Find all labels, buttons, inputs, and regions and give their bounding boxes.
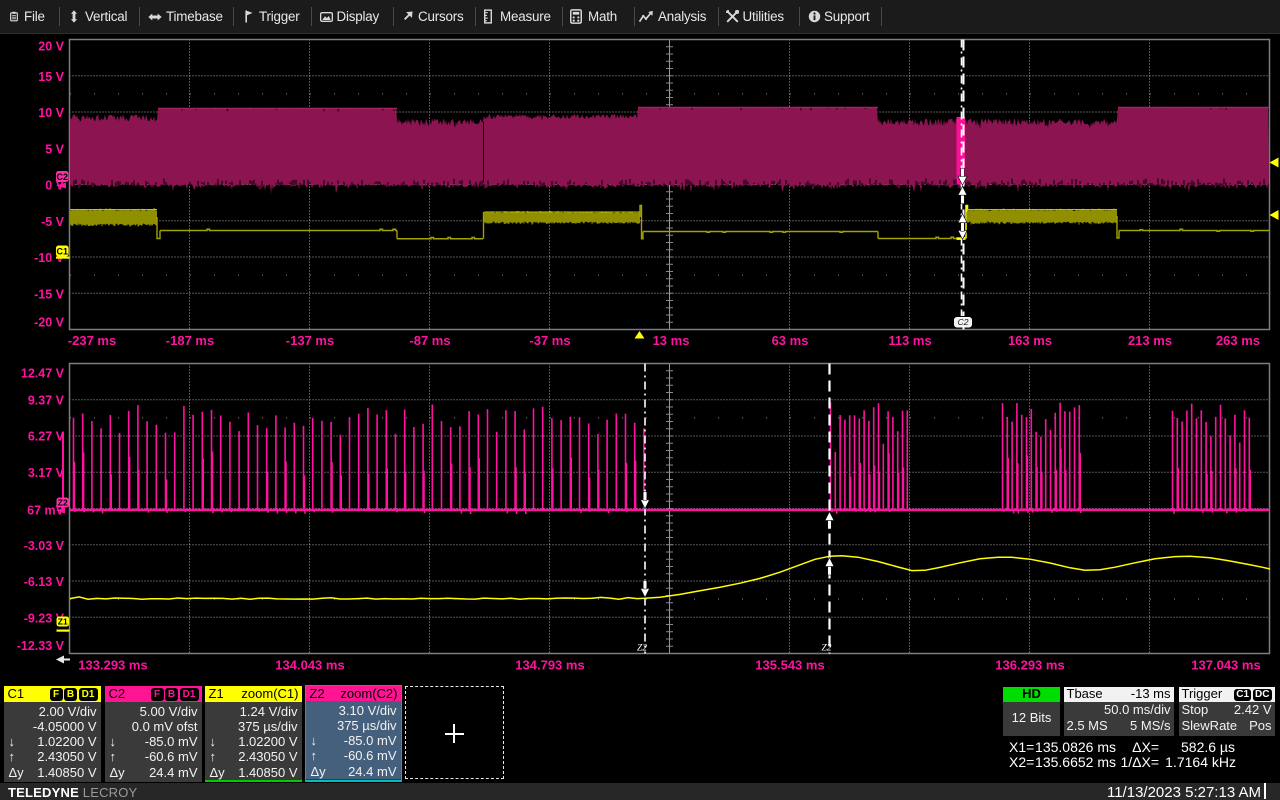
svg-text:20 V: 20 V xyxy=(38,40,64,54)
svg-text:134.043 ms: 134.043 ms xyxy=(275,658,344,673)
svg-text:-3.03 V: -3.03 V xyxy=(24,539,65,553)
svg-text:263 ms: 263 ms xyxy=(1216,333,1260,348)
svg-text:15 V: 15 V xyxy=(38,70,64,84)
svg-text:136.293 ms: 136.293 ms xyxy=(995,658,1064,673)
svg-text:Z2: Z2 xyxy=(821,644,831,654)
svg-text:Z1: Z1 xyxy=(58,616,68,626)
svg-text:Z2: Z2 xyxy=(637,644,647,654)
svg-text:13 ms: 13 ms xyxy=(653,333,690,348)
svg-text:-20 V: -20 V xyxy=(34,316,65,330)
svg-text:-37 ms: -37 ms xyxy=(529,333,570,348)
svg-text:-137 ms: -137 ms xyxy=(286,333,334,348)
svg-text:6.27 V: 6.27 V xyxy=(28,430,65,444)
svg-text:137.043 ms: 137.043 ms xyxy=(1191,658,1260,673)
svg-text:10 V: 10 V xyxy=(38,106,64,120)
svg-text:C2: C2 xyxy=(958,317,969,327)
svg-text:-237 ms: -237 ms xyxy=(68,333,116,348)
svg-text:-6.13 V: -6.13 V xyxy=(24,575,65,589)
svg-text:-187 ms: -187 ms xyxy=(166,333,214,348)
svg-text:-12.33 V: -12.33 V xyxy=(17,639,65,653)
svg-text:3.17 V: 3.17 V xyxy=(28,466,65,480)
svg-text:134.793 ms: 134.793 ms xyxy=(515,658,584,673)
svg-text:-5 V: -5 V xyxy=(41,215,65,229)
svg-text:133.293 ms: 133.293 ms xyxy=(78,658,147,673)
svg-text:63 ms: 63 ms xyxy=(772,333,809,348)
svg-text:C2: C2 xyxy=(56,172,68,182)
svg-text:12.47 V: 12.47 V xyxy=(21,367,65,381)
svg-text:Z2: Z2 xyxy=(58,497,68,507)
svg-text:-15 V: -15 V xyxy=(34,287,65,301)
svg-text:213 ms: 213 ms xyxy=(1128,333,1172,348)
svg-text:113 ms: 113 ms xyxy=(888,333,931,348)
svg-text:-87 ms: -87 ms xyxy=(409,333,450,348)
svg-text:163 ms: 163 ms xyxy=(1008,333,1052,348)
svg-text:C1: C1 xyxy=(56,246,68,256)
svg-text:9.37 V: 9.37 V xyxy=(28,393,65,407)
svg-text:5 V: 5 V xyxy=(45,142,64,156)
svg-text:135.543 ms: 135.543 ms xyxy=(755,658,824,673)
